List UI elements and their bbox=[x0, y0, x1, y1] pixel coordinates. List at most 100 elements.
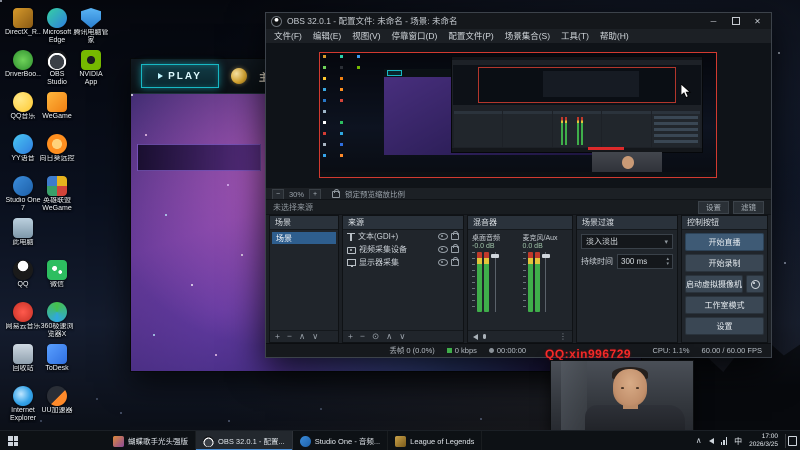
desktop-icon-driverbooster[interactable]: DriverBoo... bbox=[5, 50, 41, 79]
obs-statusbar: 丢帧 0 (0.0%) 0 kbps 00:00:00 CPU: 1.1% 60… bbox=[266, 343, 771, 357]
desktop-icon-uu[interactable]: UU加速器 bbox=[40, 386, 74, 415]
person-face bbox=[613, 369, 647, 406]
lock-icon[interactable] bbox=[451, 257, 459, 266]
input-method-indicator[interactable]: 中 bbox=[734, 436, 742, 447]
desktop-icon-studio-one[interactable]: Studio One 7 bbox=[5, 176, 41, 213]
source-row-text[interactable]: 文本(GDI+) bbox=[343, 230, 463, 243]
webcam-overlay[interactable] bbox=[550, 360, 694, 434]
capture-obs-titlebar bbox=[452, 57, 702, 60]
lock-icon[interactable] bbox=[451, 231, 459, 240]
tray-expand-icon[interactable]: ∧ bbox=[696, 437, 702, 445]
obs-icon bbox=[47, 50, 67, 70]
desktop-icon-nvidia-app[interactable]: NVIDIA App bbox=[74, 50, 108, 87]
volume-icon[interactable] bbox=[708, 438, 714, 444]
studio-mode-button[interactable]: 工作室模式 bbox=[685, 296, 764, 314]
menu-scene-collection[interactable]: 场景集合(S) bbox=[505, 30, 550, 42]
duration-spinner[interactable]: 300 ms ▴ ▾ bbox=[617, 254, 673, 269]
notification-center-button[interactable] bbox=[785, 434, 798, 448]
menu-view[interactable]: 视图(V) bbox=[352, 30, 380, 42]
spinner-arrows[interactable]: ▴ ▾ bbox=[666, 257, 669, 266]
desktop-icon-qq-music[interactable]: QQ音乐 bbox=[6, 92, 40, 121]
menu-docks[interactable]: 停靠窗口(D) bbox=[392, 30, 438, 42]
obs-preview-area[interactable] bbox=[266, 43, 771, 187]
mic-mute-icon[interactable] bbox=[483, 334, 486, 339]
menu-edit[interactable]: 编辑(E) bbox=[313, 30, 341, 42]
visibility-eye-icon[interactable] bbox=[438, 246, 448, 253]
desktop-icon-wechat[interactable]: 微信 bbox=[40, 260, 74, 289]
obs-titlebar[interactable]: OBS 32.0.1 - 配置文件: 未命名 - 场景: 未命名 ─ ✕ bbox=[266, 13, 771, 30]
desktop-icon-todesk[interactable]: ToDesk bbox=[40, 344, 74, 373]
visibility-eye-icon[interactable] bbox=[438, 233, 448, 240]
directx-icon bbox=[13, 8, 33, 28]
scene-item[interactable]: 场景 bbox=[272, 232, 336, 244]
maximize-button[interactable] bbox=[727, 15, 744, 28]
volume-slider[interactable] bbox=[491, 252, 499, 312]
settings-button[interactable]: 设置 bbox=[685, 317, 764, 335]
add-scene-button[interactable]: + bbox=[275, 332, 280, 341]
source-properties-button[interactable]: 设置 bbox=[698, 200, 729, 214]
taskbar-app-title: League of Legends bbox=[410, 436, 475, 446]
source-properties-icon[interactable]: ⊙ bbox=[372, 332, 379, 341]
desktop-icon-netease-music[interactable]: 网易云音乐 bbox=[6, 302, 41, 331]
play-button[interactable]: PLAY bbox=[141, 64, 219, 88]
menu-help[interactable]: 帮助(H) bbox=[600, 30, 629, 42]
source-down-button[interactable]: ∨ bbox=[399, 332, 405, 341]
desktop-icon-sunlogin[interactable]: 向日葵远控 bbox=[40, 134, 75, 163]
desktop-icon-tencent-pc-manager[interactable]: 腾讯电脑管家 bbox=[74, 8, 109, 45]
taskbar-app-studio-one[interactable]: Studio One - 音频... bbox=[293, 431, 389, 450]
zoom-in-button[interactable]: + bbox=[309, 188, 322, 200]
desktop-icon-lol-wegame[interactable]: 英雄联盟WeGame bbox=[40, 176, 74, 213]
desktop-icon-this-pc[interactable]: 此电脑 bbox=[6, 218, 40, 247]
start-streaming-button[interactable]: 开始直播 bbox=[685, 233, 764, 251]
league-event-banner[interactable] bbox=[137, 144, 261, 171]
virtual-camera-settings-button[interactable] bbox=[746, 275, 764, 293]
virtual-camera-button[interactable]: 启动虚拟摄像机 bbox=[685, 275, 743, 293]
mixer-options-icon[interactable]: ⋮ bbox=[559, 332, 567, 341]
taskbar-app-obs[interactable]: OBS 32.0.1 - 配置... bbox=[196, 431, 293, 450]
source-up-button[interactable]: ∧ bbox=[386, 332, 392, 341]
start-recording-button[interactable]: 开始录制 bbox=[685, 254, 764, 272]
add-source-button[interactable]: + bbox=[348, 332, 353, 341]
desktop-icon-ie[interactable]: Internet Explorer bbox=[6, 386, 40, 423]
taskbar-app-media[interactable]: 蝴蝶歌手光头强版 bbox=[106, 431, 196, 450]
remove-scene-button[interactable]: − bbox=[287, 332, 292, 341]
text-source-icon bbox=[347, 232, 355, 241]
taskbar-app-league[interactable]: League of Legends bbox=[388, 431, 483, 450]
desktop-icon-qq[interactable]: QQ bbox=[6, 260, 40, 289]
tft-coin-icon[interactable] bbox=[231, 68, 247, 84]
zoom-out-button[interactable]: − bbox=[272, 188, 284, 200]
desktop-icon-recycle-bin[interactable]: 回收站 bbox=[6, 344, 40, 373]
scene-down-button[interactable]: ∨ bbox=[312, 332, 318, 341]
close-button[interactable]: ✕ bbox=[749, 15, 766, 28]
visibility-eye-icon[interactable] bbox=[438, 259, 448, 266]
volume-slider[interactable] bbox=[541, 252, 550, 312]
minimize-button[interactable]: ─ bbox=[705, 15, 722, 28]
lock-icon[interactable] bbox=[451, 244, 459, 253]
source-filters-button[interactable]: 滤镜 bbox=[733, 200, 764, 214]
transition-select[interactable]: 淡入淡出 ▾ bbox=[581, 234, 673, 249]
desktop-icon-yy[interactable]: YY语音 bbox=[6, 134, 40, 163]
qq-music-icon bbox=[13, 92, 33, 112]
menu-file[interactable]: 文件(F) bbox=[274, 30, 302, 42]
network-icon[interactable] bbox=[720, 437, 728, 445]
tray-clock[interactable]: 17:00 2026/3/25 bbox=[749, 433, 778, 449]
start-button[interactable] bbox=[0, 431, 26, 450]
nvidia-app-icon bbox=[81, 50, 101, 70]
desktop-icon-obs[interactable]: OBS Studio bbox=[40, 50, 74, 87]
splash-sparkles bbox=[131, 94, 133, 96]
desktop-icon-360-browser[interactable]: 360极速浏览器X bbox=[40, 302, 74, 339]
zoom-lock-icon[interactable] bbox=[332, 188, 341, 198]
speaker-mute-icon[interactable] bbox=[473, 333, 478, 340]
source-row-video-capture[interactable]: 视频采集设备 bbox=[343, 243, 463, 256]
source-row-display-capture[interactable]: 显示器采集 bbox=[343, 256, 463, 269]
menu-profile[interactable]: 配置文件(P) bbox=[448, 30, 493, 42]
desktop-icon-edge[interactable]: Microsoft Edge bbox=[40, 8, 74, 45]
menu-tools[interactable]: 工具(T) bbox=[561, 30, 589, 42]
desktop-icon-directx[interactable]: DirectX_R... bbox=[5, 8, 41, 37]
scene-up-button[interactable]: ∧ bbox=[299, 332, 305, 341]
icon-label: DriverBoo... bbox=[5, 71, 41, 78]
remove-source-button[interactable]: − bbox=[360, 332, 365, 341]
zoom-level: 30% bbox=[289, 189, 305, 199]
desktop-icon-wegame[interactable]: WeGame bbox=[40, 92, 74, 121]
icon-label: 微信 bbox=[50, 281, 64, 288]
